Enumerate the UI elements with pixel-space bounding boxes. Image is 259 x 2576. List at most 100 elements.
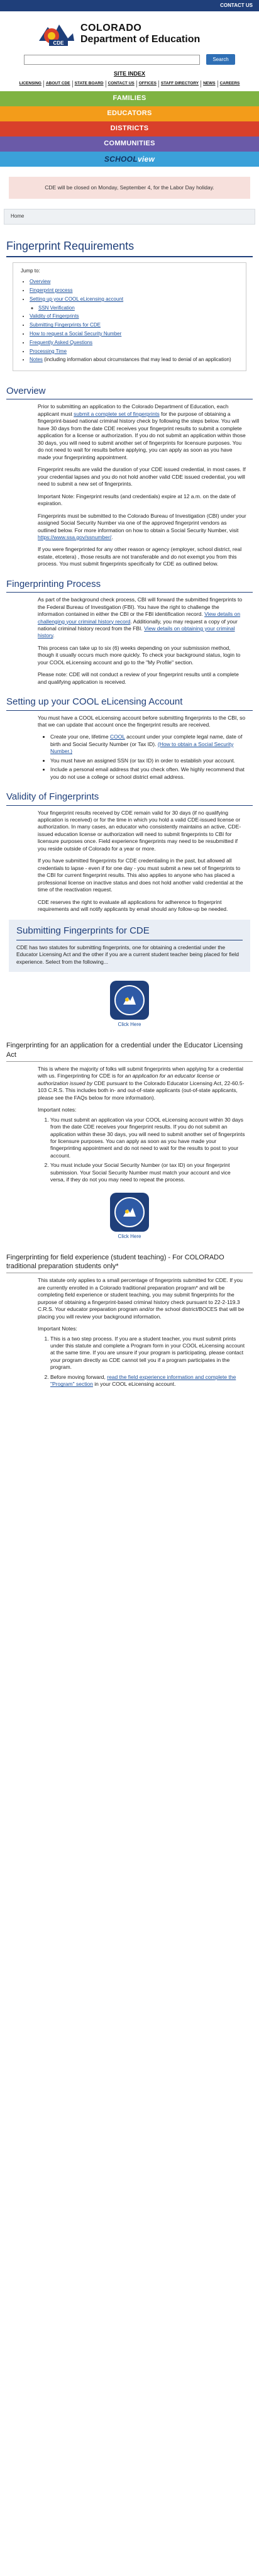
bottom-spacer	[0, 1393, 259, 1406]
jump-cool-account[interactable]: Setting up your COOL eLicensing account	[30, 296, 123, 302]
text: .	[111, 533, 113, 540]
badge-seal-icon	[114, 1196, 145, 1227]
nav-districts[interactable]: DISTRICTS	[0, 121, 259, 137]
schoolview-text-a: SCHOOL	[104, 154, 138, 164]
overview-paragraph-4: Fingerprints must be submitted to the Co…	[0, 513, 259, 542]
submit-fingerprints-link[interactable]: submit a complete set of fingerprints	[74, 411, 160, 417]
logo-text[interactable]: COLORADO Department of Education	[80, 23, 200, 45]
nav-about-cde[interactable]: ABOUT CDE	[44, 81, 73, 87]
field-notes-list: This is a two step process. If you are a…	[0, 1335, 259, 1388]
site-index-link[interactable]: SITE INDEX	[114, 70, 145, 77]
click-here-link-1[interactable]: Click Here	[118, 1022, 141, 1029]
search-button[interactable]: Search	[206, 54, 235, 65]
nav-communities[interactable]: COMMUNITIES	[0, 136, 259, 152]
jump-item: Validity of Fingerprints	[30, 313, 238, 320]
field-heading: Fingerprinting for field experience (stu…	[6, 1253, 224, 1271]
credential-notes-list: You must submit an application via your …	[0, 1117, 259, 1184]
search-input[interactable]	[24, 54, 201, 65]
process-paragraph-1: As part of the background check process,…	[0, 596, 259, 640]
submitting-heading: Submitting Fingerprints for CDE	[16, 925, 150, 936]
cool-heading: Setting up your COOL eLicensing Account	[6, 696, 183, 708]
click-here-badge-2[interactable]: Click Here	[0, 1192, 259, 1241]
click-here-link-2[interactable]: Click Here	[118, 1234, 141, 1241]
overview-paragraph-5: If you were fingerprinted for any other …	[38, 546, 242, 567]
process-paragraph-3: Please note: CDE will not conduct a revi…	[38, 671, 239, 685]
nav-state-board[interactable]: STATE BOARD	[73, 81, 106, 87]
validity-heading: Validity of Fingerprints	[6, 791, 99, 803]
schoolview-text-b: view	[137, 154, 155, 164]
jump-item: Processing Time	[30, 348, 238, 355]
jump-request-ssn[interactable]: How to request a Social Security Number	[30, 331, 121, 337]
contact-us-link[interactable]: CONTACT US	[220, 3, 253, 9]
jump-fingerprint-process[interactable]: Fingerprint process	[30, 287, 72, 293]
overview-paragraph-1: Prior to submitting an application to th…	[0, 403, 259, 461]
credential-paragraph-1: This is where the majority of folks will…	[0, 1066, 259, 1101]
ssa-link[interactable]: https://www.ssa.gov/ssnumber/	[38, 534, 111, 540]
jump-item: Frequently Asked Questions	[30, 340, 238, 347]
authorization-badge-icon[interactable]	[110, 1192, 149, 1232]
jump-ssn-verification[interactable]: SSN Verification	[38, 305, 75, 311]
jump-validity[interactable]: Validity of Fingerprints	[30, 313, 79, 319]
top-utility-bar: CONTACT US	[0, 0, 259, 11]
jump-list: Overview Fingerprint process Setting up …	[21, 279, 238, 364]
credential-important-label: Important notes:	[38, 1107, 77, 1113]
overview-heading: Overview	[6, 386, 46, 397]
jump-item: Fingerprint process	[30, 287, 238, 294]
schoolview-logo: SCHOOLview	[104, 154, 155, 164]
text: in your COOL eLicensing account.	[92, 1381, 176, 1388]
nav-schoolview[interactable]: SCHOOLview	[0, 151, 259, 167]
list-item: You must include your Social Security Nu…	[50, 1162, 246, 1183]
colorado-logo-icon[interactable]: CDE	[38, 21, 75, 47]
jump-item: How to request a Social Security Number	[30, 331, 238, 338]
nav-news[interactable]: NEWS	[201, 81, 218, 87]
nav-contact-us[interactable]: CONTACT US	[106, 81, 137, 87]
jump-notes-desc: (including information about circumstanc…	[42, 357, 231, 363]
cool-list: Create your one, lifetime COOL account u…	[0, 733, 259, 781]
jump-sublist: SSN Verification	[30, 305, 238, 312]
nav-licensing[interactable]: LICENSING	[18, 81, 44, 87]
process-paragraph-2: This process can take up to six (6) week…	[38, 644, 241, 666]
breadcrumb: Home	[4, 209, 255, 225]
site-index: SITE INDEX	[0, 70, 259, 79]
jump-to-box: Jump to: Overview Fingerprint process Se…	[13, 262, 246, 372]
license-badge-icon[interactable]	[110, 981, 149, 1020]
list-item: Include a personal email address that yo…	[50, 766, 246, 781]
text: Fingerprints must be submitted to the Co…	[38, 512, 246, 533]
jump-item: Setting up your COOL eLicensing account …	[30, 296, 238, 312]
breadcrumb-home[interactable]: Home	[11, 213, 24, 219]
field-important-label: Important Notes:	[38, 1325, 77, 1332]
section-divider	[6, 805, 253, 806]
cool-paragraph-1: You must have a COOL eLicensing account …	[38, 714, 246, 728]
nav-educators[interactable]: EDUCATORS	[0, 106, 259, 121]
jump-submitting[interactable]: Submitting Fingerprints for CDE	[30, 322, 101, 328]
list-item: Create your one, lifetime COOL account u…	[50, 733, 246, 755]
jump-processing-time[interactable]: Processing Time	[30, 348, 67, 354]
title-divider	[6, 256, 253, 258]
page-title: Fingerprint Requirements	[6, 240, 135, 253]
list-item: Before moving forward, read the field ex…	[50, 1374, 246, 1388]
nav-staff-directory[interactable]: STAFF DIRECTORY	[159, 81, 202, 87]
submitting-box: Submitting Fingerprints for CDE CDE has …	[9, 919, 250, 973]
badge-seal-icon	[114, 985, 145, 1016]
utility-nav: LICENSING ABOUT CDE STATE BOARD CONTACT …	[0, 79, 259, 91]
jump-overview[interactable]: Overview	[30, 279, 50, 284]
overview-paragraph-2: Fingerprint results are valid the durati…	[38, 466, 246, 488]
section-divider	[6, 1061, 253, 1062]
logo-department: Department of Education	[80, 34, 201, 45]
list-item: You must submit an application via your …	[50, 1117, 246, 1160]
section-divider	[6, 710, 253, 711]
logo-mark-text: CDE	[53, 40, 65, 46]
validity-paragraph-2: If you have submitted fingerprints for C…	[38, 857, 243, 893]
validity-paragraph-1: Your fingerprint results received by CDE…	[38, 809, 241, 852]
nav-offices[interactable]: OFFICES	[137, 81, 159, 87]
search-bar: Search	[0, 50, 259, 70]
cool-link[interactable]: COOL	[110, 733, 125, 740]
jump-item: Overview	[30, 279, 238, 286]
nav-families[interactable]: FAMILIES	[0, 91, 259, 106]
section-divider	[6, 592, 253, 593]
field-paragraph-1: This statute only applies to a small per…	[38, 1277, 245, 1320]
jump-notes[interactable]: Notes	[30, 357, 43, 362]
nav-careers[interactable]: CAREERS	[218, 81, 242, 87]
jump-faq[interactable]: Frequently Asked Questions	[30, 340, 92, 345]
click-here-badge-1[interactable]: Click Here	[0, 981, 259, 1029]
